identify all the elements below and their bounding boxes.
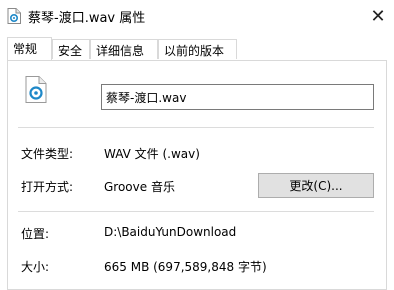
opens-with-label: 打开方式:: [21, 180, 74, 194]
tab-general[interactable]: 常规: [7, 37, 52, 60]
size-value: 665 MB (697,589,848 字节): [104, 260, 267, 274]
location-label: 位置:: [21, 227, 50, 241]
tab-bar: 常规 安全 详细信息 以前的版本: [7, 37, 387, 60]
audio-file-icon: [25, 76, 47, 103]
divider: [18, 211, 374, 212]
tab-security[interactable]: 安全: [52, 39, 90, 59]
title-bar: 蔡琴-渡口.wav 属性 ✕: [0, 0, 394, 32]
tab-previous-versions[interactable]: 以前的版本: [158, 39, 237, 59]
tab-label: 常规: [13, 42, 38, 56]
close-icon: ✕: [370, 5, 386, 27]
size-label: 大小:: [21, 260, 50, 274]
tab-label: 以前的版本: [164, 44, 225, 58]
file-type-value: WAV 文件 (.wav): [104, 147, 200, 161]
tab-label: 安全: [58, 44, 83, 58]
file-name-input[interactable]: [101, 84, 374, 110]
audio-file-icon: [7, 8, 21, 24]
divider: [18, 127, 374, 128]
change-button[interactable]: 更改(C)...: [258, 173, 374, 198]
location-value: D:\BaiduYunDownload: [104, 225, 237, 239]
tab-label: 详细信息: [96, 44, 145, 58]
file-type-label: 文件类型:: [21, 147, 74, 161]
close-button[interactable]: ✕: [362, 0, 394, 32]
tab-details[interactable]: 详细信息: [90, 39, 158, 59]
window-title: 蔡琴-渡口.wav 属性: [28, 11, 146, 26]
opens-with-value: Groove 音乐: [104, 180, 175, 194]
